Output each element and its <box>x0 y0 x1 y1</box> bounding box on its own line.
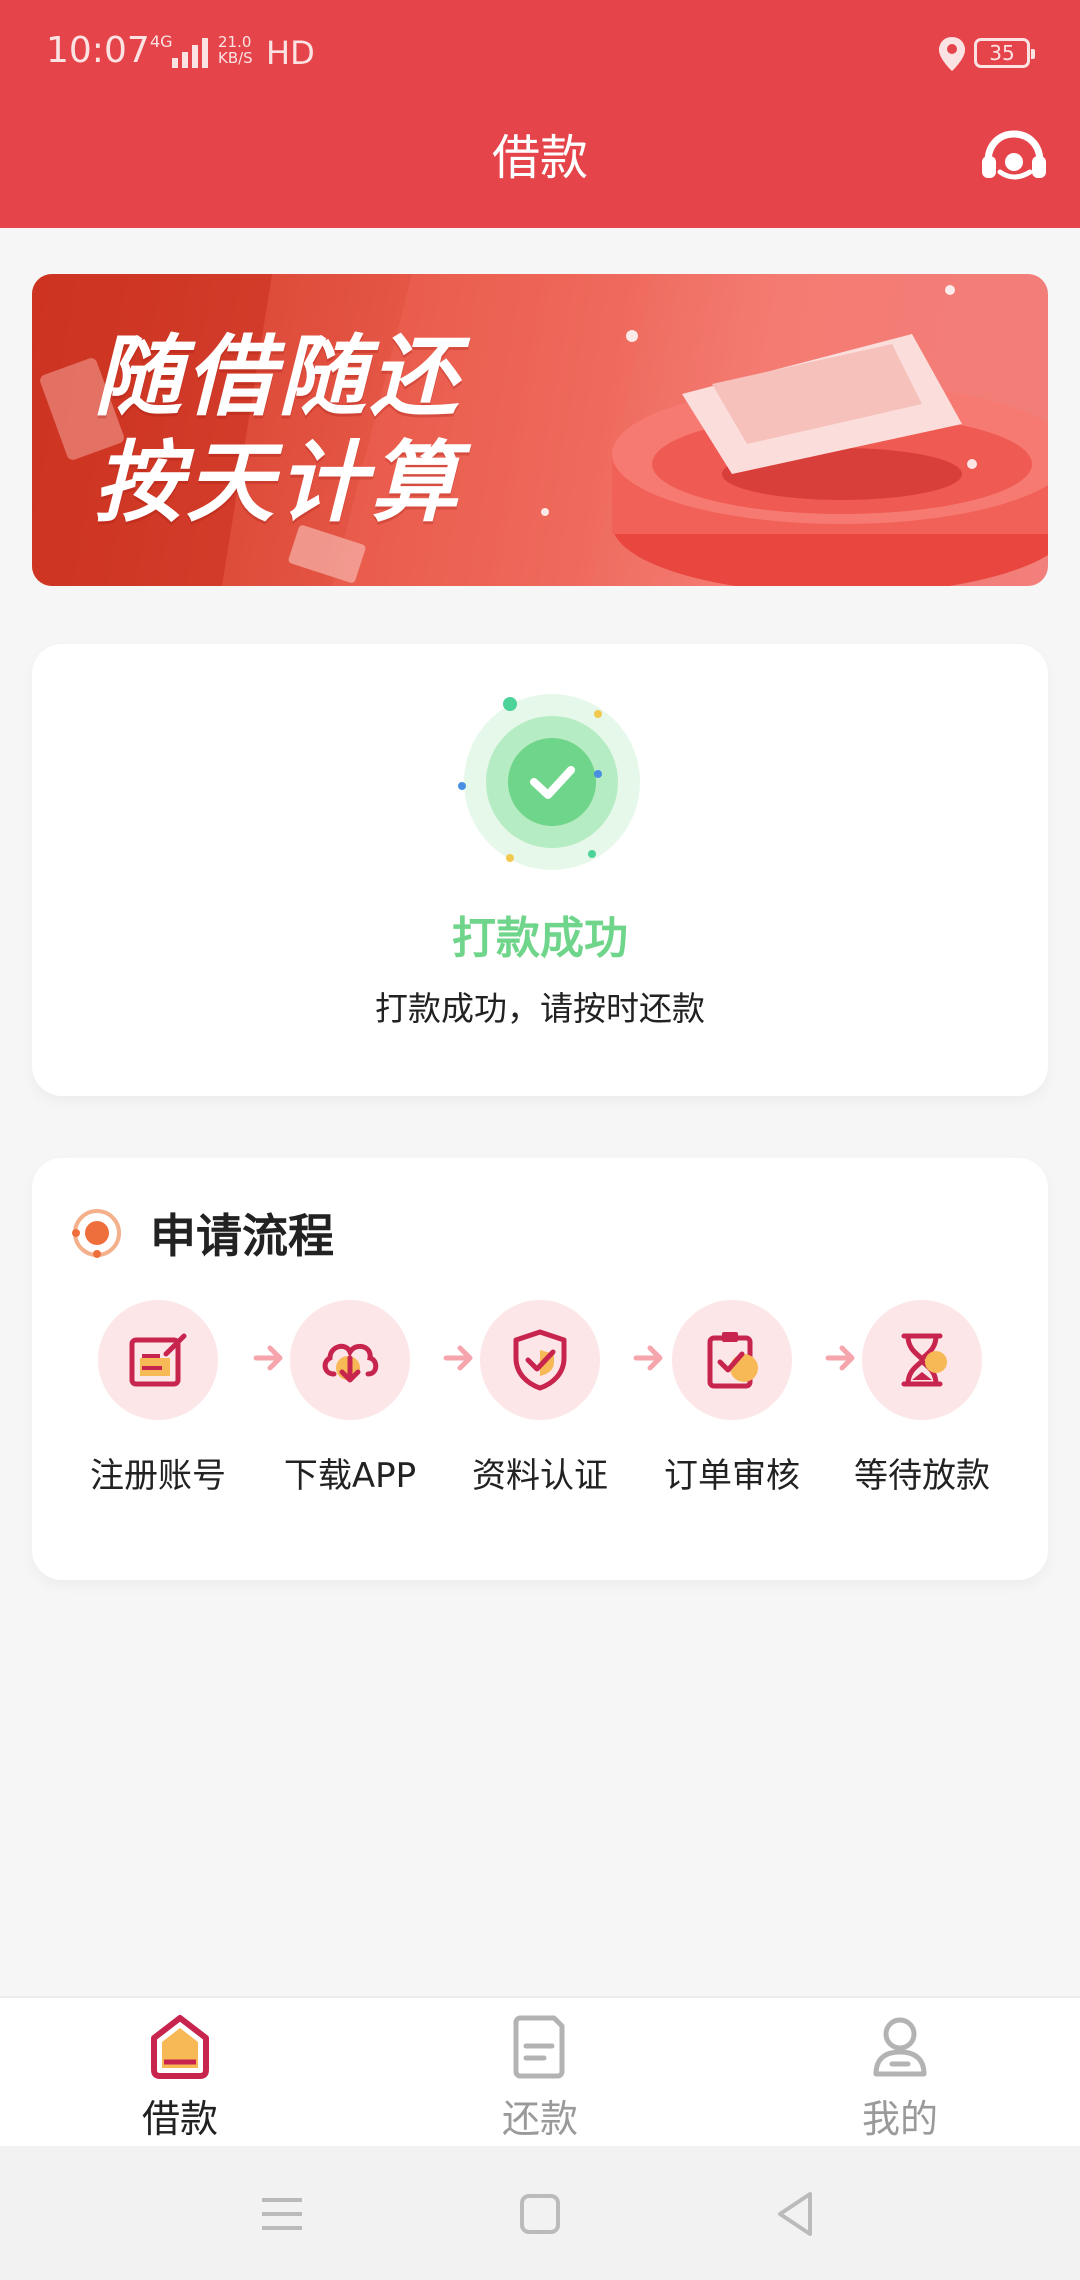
process-step-verify: 资料认证 <box>460 1300 620 1520</box>
tab-repay[interactable]: 还款 <box>430 1998 650 2148</box>
network-speed: 21.0 KB/S <box>218 34 253 66</box>
step-label: 资料认证 <box>472 1456 608 1496</box>
cloud-download-icon <box>322 1343 379 1383</box>
signal-icon <box>172 38 208 68</box>
promo-banner[interactable]: 随借随还 按天计算 <box>32 274 1048 586</box>
step-label: 注册账号 <box>90 1456 226 1496</box>
app-header: 10:07 4G 21.0 KB/S HD 35 借款 <box>0 0 1080 228</box>
location-icon <box>939 37 965 71</box>
tab-label: 我的 <box>861 2097 938 2141</box>
process-step-register: 注册账号 <box>78 1300 238 1520</box>
home-square-icon[interactable] <box>512 2186 568 2242</box>
document-icon <box>513 2015 565 2079</box>
tab-label: 借款 <box>141 2097 218 2141</box>
process-title: 申请流程 <box>150 1209 334 1263</box>
status-bar: 10:07 4G 21.0 KB/S HD 35 <box>0 0 1080 108</box>
clipboard-check-icon <box>707 1332 758 1389</box>
user-icon <box>873 2017 927 2077</box>
tab-label: 还款 <box>501 2097 578 2141</box>
hourglass-icon <box>901 1333 947 1387</box>
home-icon <box>151 2015 209 2079</box>
application-process-card: 申请流程 注册账号 下载APP 资料认证 订单审核 等待放款 <box>32 1158 1048 1580</box>
process-step-review: 订单审核 <box>652 1300 812 1520</box>
page-title: 借款 <box>491 130 588 186</box>
banner-line-1: 随借随还 <box>94 325 463 428</box>
banner-line-2: 按天计算 <box>94 431 463 534</box>
status-description: 打款成功，请按时还款 <box>375 989 705 1028</box>
system-navigation-bar <box>0 2146 1080 2280</box>
status-time: 10:07 <box>46 30 150 71</box>
speed-unit: KB/S <box>218 49 253 67</box>
shield-check-icon <box>513 1329 567 1391</box>
tab-borrow[interactable]: 借款 <box>70 1998 290 2148</box>
step-label: 等待放款 <box>854 1456 990 1496</box>
step-label: 订单审核 <box>664 1456 800 1496</box>
tab-mine[interactable]: 我的 <box>790 1998 1010 2148</box>
customer-service-icon[interactable] <box>980 128 1048 184</box>
process-step-download: 下载APP <box>270 1300 430 1520</box>
check-circle-icon <box>458 694 640 870</box>
banner-headline: 随借随还 按天计算 <box>94 324 462 536</box>
status-title: 打款成功 <box>452 913 628 964</box>
hd-indicator: HD <box>266 34 315 72</box>
process-step-wait-disburse: 等待放款 <box>842 1300 1002 1520</box>
menu-icon[interactable] <box>254 2186 310 2242</box>
loan-status-card: 打款成功 打款成功，请按时还款 <box>32 644 1048 1096</box>
register-form-icon <box>129 1333 187 1387</box>
battery-indicator: 35 <box>974 38 1035 68</box>
process-target-icon <box>72 1209 121 1258</box>
bottom-tab-bar: 借款 还款 我的 <box>0 1996 1080 2146</box>
back-triangle-icon[interactable] <box>768 2186 824 2242</box>
step-label: 下载APP <box>283 1456 417 1496</box>
